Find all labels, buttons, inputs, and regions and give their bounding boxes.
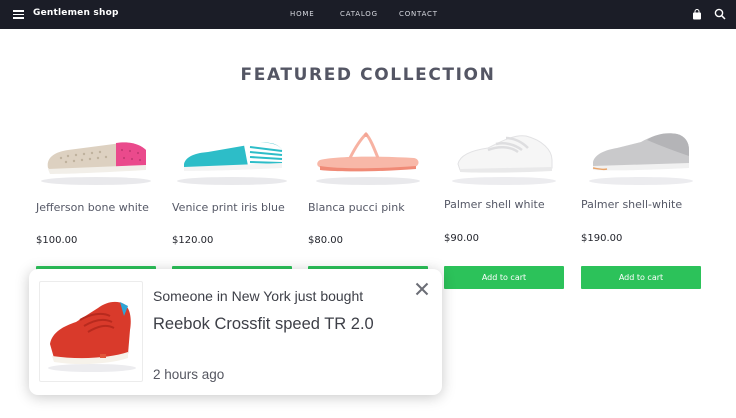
site-logo[interactable]: Gentlemen shop (33, 8, 119, 18)
product-price: $120.00 (172, 235, 214, 246)
shopping-bag-icon[interactable] (692, 9, 702, 20)
popup-product-name[interactable]: Reebok Crossfit speed TR 2.0 (153, 315, 374, 334)
product-name[interactable]: Venice print iris blue (172, 201, 290, 215)
product-name[interactable]: Jefferson bone white (36, 201, 154, 215)
nav-home[interactable]: HOME (290, 10, 314, 18)
add-to-cart-button[interactable]: Add to cart (444, 266, 564, 289)
top-bar: Gentlemen shop HOME CATALOG CONTACT (0, 0, 736, 29)
popup-message: Someone in New York just bought (153, 288, 364, 304)
nav-catalog[interactable]: CATALOG (340, 10, 378, 18)
product-price: $80.00 (308, 235, 343, 246)
popup-timestamp: 2 hours ago (153, 367, 225, 382)
product-name[interactable]: Palmer shell-white (581, 198, 699, 212)
menu-icon[interactable] (13, 10, 24, 19)
product-image[interactable] (581, 120, 706, 190)
nav-contact[interactable]: CONTACT (399, 10, 438, 18)
search-icon[interactable] (714, 8, 726, 20)
product-image[interactable] (308, 120, 433, 190)
product-price: $100.00 (36, 235, 78, 246)
product-name[interactable]: Palmer shell white (444, 198, 562, 212)
add-to-cart-button[interactable]: Add to cart (581, 266, 701, 289)
section-title: FEATURED COLLECTION (240, 65, 496, 85)
popup-product-image[interactable] (39, 281, 143, 382)
product-price: $190.00 (581, 233, 623, 244)
product-name[interactable]: Blanca pucci pink (308, 201, 426, 215)
product-image[interactable] (444, 120, 569, 190)
close-icon[interactable] (415, 282, 429, 296)
recent-purchase-popup[interactable]: Someone in New York just bought Reebok C… (29, 269, 442, 395)
product-image[interactable] (36, 120, 161, 190)
product-price: $90.00 (444, 233, 479, 244)
product-image[interactable] (172, 120, 297, 190)
